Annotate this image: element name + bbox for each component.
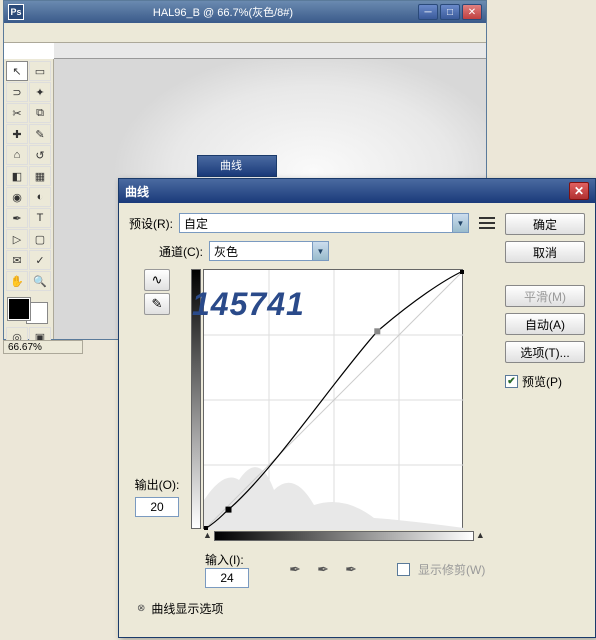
preset-select[interactable]: 自定 ▼ [179, 213, 469, 233]
notes-tool-icon[interactable]: ✉ [6, 250, 28, 270]
history-tool-icon[interactable]: ↺ [29, 145, 51, 165]
slider-handle-icon[interactable]: ▲ [203, 530, 212, 540]
dodge-tool-icon[interactable]: ◐ [29, 187, 51, 207]
ps-app-icon: Ps [8, 4, 24, 20]
ps-window-controls: ─ □ ✕ [418, 4, 482, 20]
eyedropper-black-icon[interactable]: ✒ [285, 560, 305, 580]
wand-tool-icon[interactable]: ✦ [29, 82, 51, 102]
curve-point-selected[interactable] [374, 328, 380, 334]
blur-tool-icon[interactable]: ◉ [6, 187, 28, 207]
minimize-button[interactable]: ─ [418, 4, 438, 20]
color-swatch[interactable] [6, 296, 50, 326]
eyedropper-gray-icon[interactable]: ✒ [313, 560, 333, 580]
disclosure-arrow-icon: ⊗ [137, 603, 145, 614]
shape-tool-icon[interactable]: ▢ [29, 229, 51, 249]
pen-tool-icon[interactable]: ✒ [6, 208, 28, 228]
chevron-down-icon: ▼ [312, 242, 328, 260]
preset-label: 预设(R): [129, 215, 173, 232]
chevron-down-icon: ▼ [452, 214, 468, 232]
path-tool-icon[interactable]: ▷ [6, 229, 28, 249]
input-label: 输入(I): [205, 551, 249, 568]
eraser-tool-icon[interactable]: ◧ [6, 166, 28, 186]
type-tool-icon[interactable]: T [29, 208, 51, 228]
channel-label: 通道(C): [159, 243, 203, 260]
zoom-tool-icon[interactable]: 🔍 [29, 271, 51, 291]
eyedropper-white-icon[interactable]: ✒ [341, 560, 361, 580]
move-tool-icon[interactable]: ↖ [6, 61, 28, 81]
disclosure-label: 曲线显示选项 [151, 600, 223, 617]
curves-title: 曲线 [125, 183, 569, 200]
preset-menu-icon[interactable] [479, 217, 495, 229]
curves-dialog: 曲线 ✕ 预设(R): 自定 ▼ 通道(C): 灰色 ▼ [118, 178, 596, 638]
heal-tool-icon[interactable]: ✚ [6, 124, 28, 144]
ps-menubar[interactable] [4, 23, 486, 43]
curve-point[interactable] [204, 526, 208, 530]
show-clip-checkbox[interactable] [397, 563, 410, 576]
smooth-button: 平滑(M) [505, 285, 585, 307]
close-button[interactable]: ✕ [462, 4, 482, 20]
preset-value: 自定 [184, 215, 208, 232]
channel-select[interactable]: 灰色 ▼ [209, 241, 329, 261]
slider-handle-icon[interactable]: ▲ [476, 530, 485, 540]
input-field[interactable]: 24 [205, 568, 249, 588]
preview-label: 预览(P) [522, 373, 562, 390]
cancel-button[interactable]: 取消 [505, 241, 585, 263]
stamp-tool-icon[interactable]: ⌂ [6, 145, 28, 165]
channel-value: 灰色 [214, 243, 238, 260]
eyedrop-tool-icon[interactable]: ✓ [29, 250, 51, 270]
disclosure-row[interactable]: ⊗ 曲线显示选项 [137, 600, 495, 617]
ruler-horizontal [54, 43, 486, 59]
vertical-gradient [191, 269, 201, 529]
maximize-button[interactable]: □ [440, 4, 460, 20]
brush-tool-icon[interactable]: ✎ [29, 124, 51, 144]
curve-point[interactable] [226, 507, 232, 513]
curves-titlebar[interactable]: 曲线 ✕ [119, 179, 595, 203]
background-dialog-titlebar: 曲线 [197, 155, 277, 177]
marquee-tool-icon[interactable]: ▭ [29, 61, 51, 81]
hand-tool-icon[interactable]: ✋ [6, 271, 28, 291]
crop-tool-icon[interactable]: ✂ [6, 103, 28, 123]
show-clip-label: 显示修剪(W) [418, 561, 485, 578]
curve-point[interactable] [460, 270, 464, 274]
gradient-tool-icon[interactable]: ▦ [29, 166, 51, 186]
slice-tool-icon[interactable]: ⧉ [29, 103, 51, 123]
lasso-tool-icon[interactable]: ⊃ [6, 82, 28, 102]
zoom-status[interactable]: 66.67% [3, 340, 83, 354]
options-button[interactable]: 选项(T)... [505, 341, 585, 363]
auto-button[interactable]: 自动(A) [505, 313, 585, 335]
ok-button[interactable]: 确定 [505, 213, 585, 235]
output-field[interactable]: 20 [135, 497, 179, 517]
tool-palette: ↖ ▭ ⊃ ✦ ✂ ⧉ ✚ ✎ ⌂ ↺ ◧ ▦ ◉ ◐ ✒ T ▷ ▢ ✉ ✓ … [4, 59, 54, 339]
preview-checkbox[interactable]: ✔ [505, 375, 518, 388]
pencil-mode-button[interactable]: ✎ [144, 293, 170, 315]
horizontal-gradient [214, 531, 474, 541]
output-label: 输出(O): [135, 476, 180, 493]
ps-titlebar[interactable]: Ps HAL96_B @ 66.7%(灰色/8#) ─ □ ✕ [4, 1, 486, 23]
fg-color-swatch[interactable] [8, 298, 30, 320]
close-icon[interactable]: ✕ [569, 182, 589, 200]
ps-document-title: HAL96_B @ 66.7%(灰色/8#) [28, 4, 418, 20]
curves-graph[interactable] [203, 269, 463, 529]
curve-mode-button[interactable]: ∿ [144, 269, 170, 291]
